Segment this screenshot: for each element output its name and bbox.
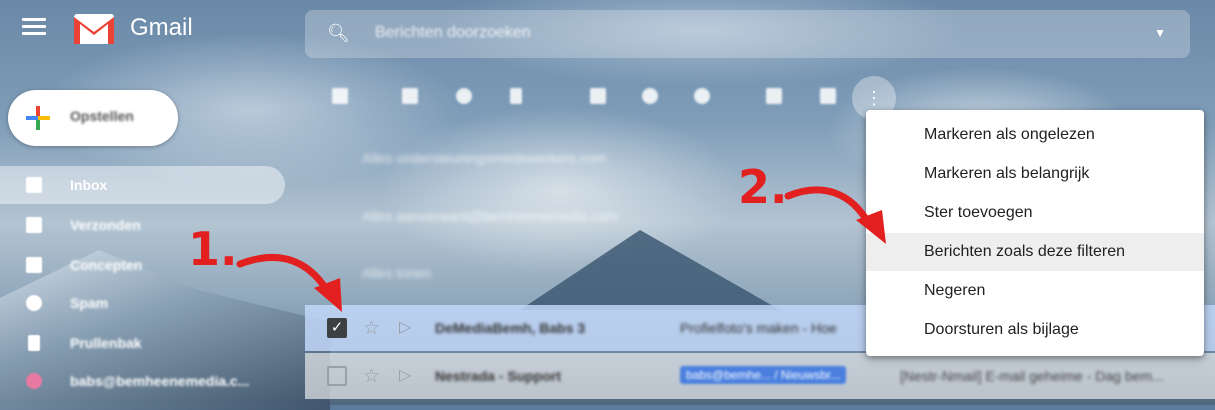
email-subject: Profielfoto's maken - Hoe xyxy=(680,320,837,336)
star-icon[interactable]: ☆ xyxy=(363,317,380,340)
plus-icon xyxy=(26,106,50,130)
report-spam-icon[interactable] xyxy=(456,88,472,104)
more-actions-menu: Markeren als ongelezen Markeren als bela… xyxy=(866,110,1204,356)
row-checkbox[interactable]: ✓ xyxy=(327,318,347,338)
step-1-label: 1. xyxy=(188,222,238,276)
sidebar-item-label: babs@bemheenemedia.c... xyxy=(70,373,250,389)
menu-item-forward-attachment[interactable]: Doorsturen als bijlage xyxy=(866,311,1204,349)
select-all-icon[interactable] xyxy=(332,88,348,104)
important-marker-icon[interactable]: ▷ xyxy=(399,317,411,337)
email-snippet: [Nestr-Nmail] E-mail geheime - Dag bem..… xyxy=(900,368,1164,384)
draft-icon xyxy=(26,257,42,273)
email-sender: Nestrada - Support xyxy=(435,368,562,384)
sidebar-item-trash[interactable]: Prullenbak xyxy=(0,324,285,362)
move-to-icon[interactable] xyxy=(766,88,782,104)
step-2-label: 2. xyxy=(738,160,788,214)
search-options-icon[interactable]: ▼ xyxy=(1154,26,1166,40)
compose-label: Opstellen xyxy=(70,108,134,124)
snooze-icon[interactable] xyxy=(642,88,658,104)
sidebar-item-label: Concepten xyxy=(70,257,143,273)
archive-icon[interactable] xyxy=(402,88,418,104)
search-input[interactable]: Berichten doorzoeken xyxy=(375,24,531,42)
app-name: Gmail xyxy=(130,14,193,41)
sidebar-item-label: Inbox xyxy=(70,177,108,193)
background-hint: Alles aanverwant@bemheenemedia.com xyxy=(362,208,618,224)
email-label-badge[interactable]: babs@bemhe... / Nieuwsbr... xyxy=(680,366,847,384)
menu-item-mute[interactable]: Negeren xyxy=(866,272,1204,310)
background-mountain xyxy=(520,230,780,310)
mark-read-icon[interactable] xyxy=(590,88,606,104)
search-icon[interactable]: 🔍︎ xyxy=(327,23,350,44)
important-marker-icon[interactable]: ▷ xyxy=(399,365,411,385)
step-2-arrow xyxy=(784,186,886,244)
star-icon[interactable]: ☆ xyxy=(363,365,380,388)
background-hint: Alles ondersteuningsmedewerkers.com xyxy=(362,150,607,166)
gmail-logo xyxy=(74,14,114,44)
send-icon xyxy=(26,217,42,233)
step-1-arrow xyxy=(236,254,342,312)
background-hint: Alles tonen xyxy=(362,265,432,281)
spam-icon xyxy=(26,295,42,311)
sidebar-item-label: Spam xyxy=(70,295,109,311)
menu-item-add-star[interactable]: Ster toevoegen xyxy=(866,194,1204,232)
compose-button[interactable]: Opstellen xyxy=(8,90,178,146)
menu-item-mark-important[interactable]: Markeren als belangrijk xyxy=(866,155,1204,193)
menu-item-mark-unread[interactable]: Markeren als ongelezen xyxy=(866,116,1204,154)
labels-icon[interactable] xyxy=(820,88,836,104)
inbox-icon xyxy=(26,177,42,193)
search-bar[interactable]: 🔍︎ Berichten doorzoeken ▼ xyxy=(305,10,1190,58)
sidebar-item-sent[interactable]: Verzonden xyxy=(0,206,285,244)
label-icon xyxy=(26,373,42,389)
main-menu-icon[interactable] xyxy=(22,18,46,36)
sidebar-item-label: Verzonden xyxy=(70,217,141,233)
row-checkbox[interactable] xyxy=(327,366,347,386)
delete-icon[interactable] xyxy=(510,88,522,104)
email-sender: DeMediaBemh, Babs 3 xyxy=(435,320,586,336)
trash-icon xyxy=(28,335,40,351)
add-to-tasks-icon[interactable] xyxy=(694,88,710,104)
sidebar-item-inbox[interactable]: Inbox xyxy=(0,166,285,204)
email-row[interactable]: ☆ ▷ Nestrada - Support babs@bemhe... / N… xyxy=(305,353,1215,399)
menu-item-filter-messages[interactable]: Berichten zoals deze filteren xyxy=(866,233,1204,271)
sidebar-item-label: Prullenbak xyxy=(70,335,142,351)
sidebar-item-label-account[interactable]: babs@bemheenemedia.c... xyxy=(0,362,285,400)
